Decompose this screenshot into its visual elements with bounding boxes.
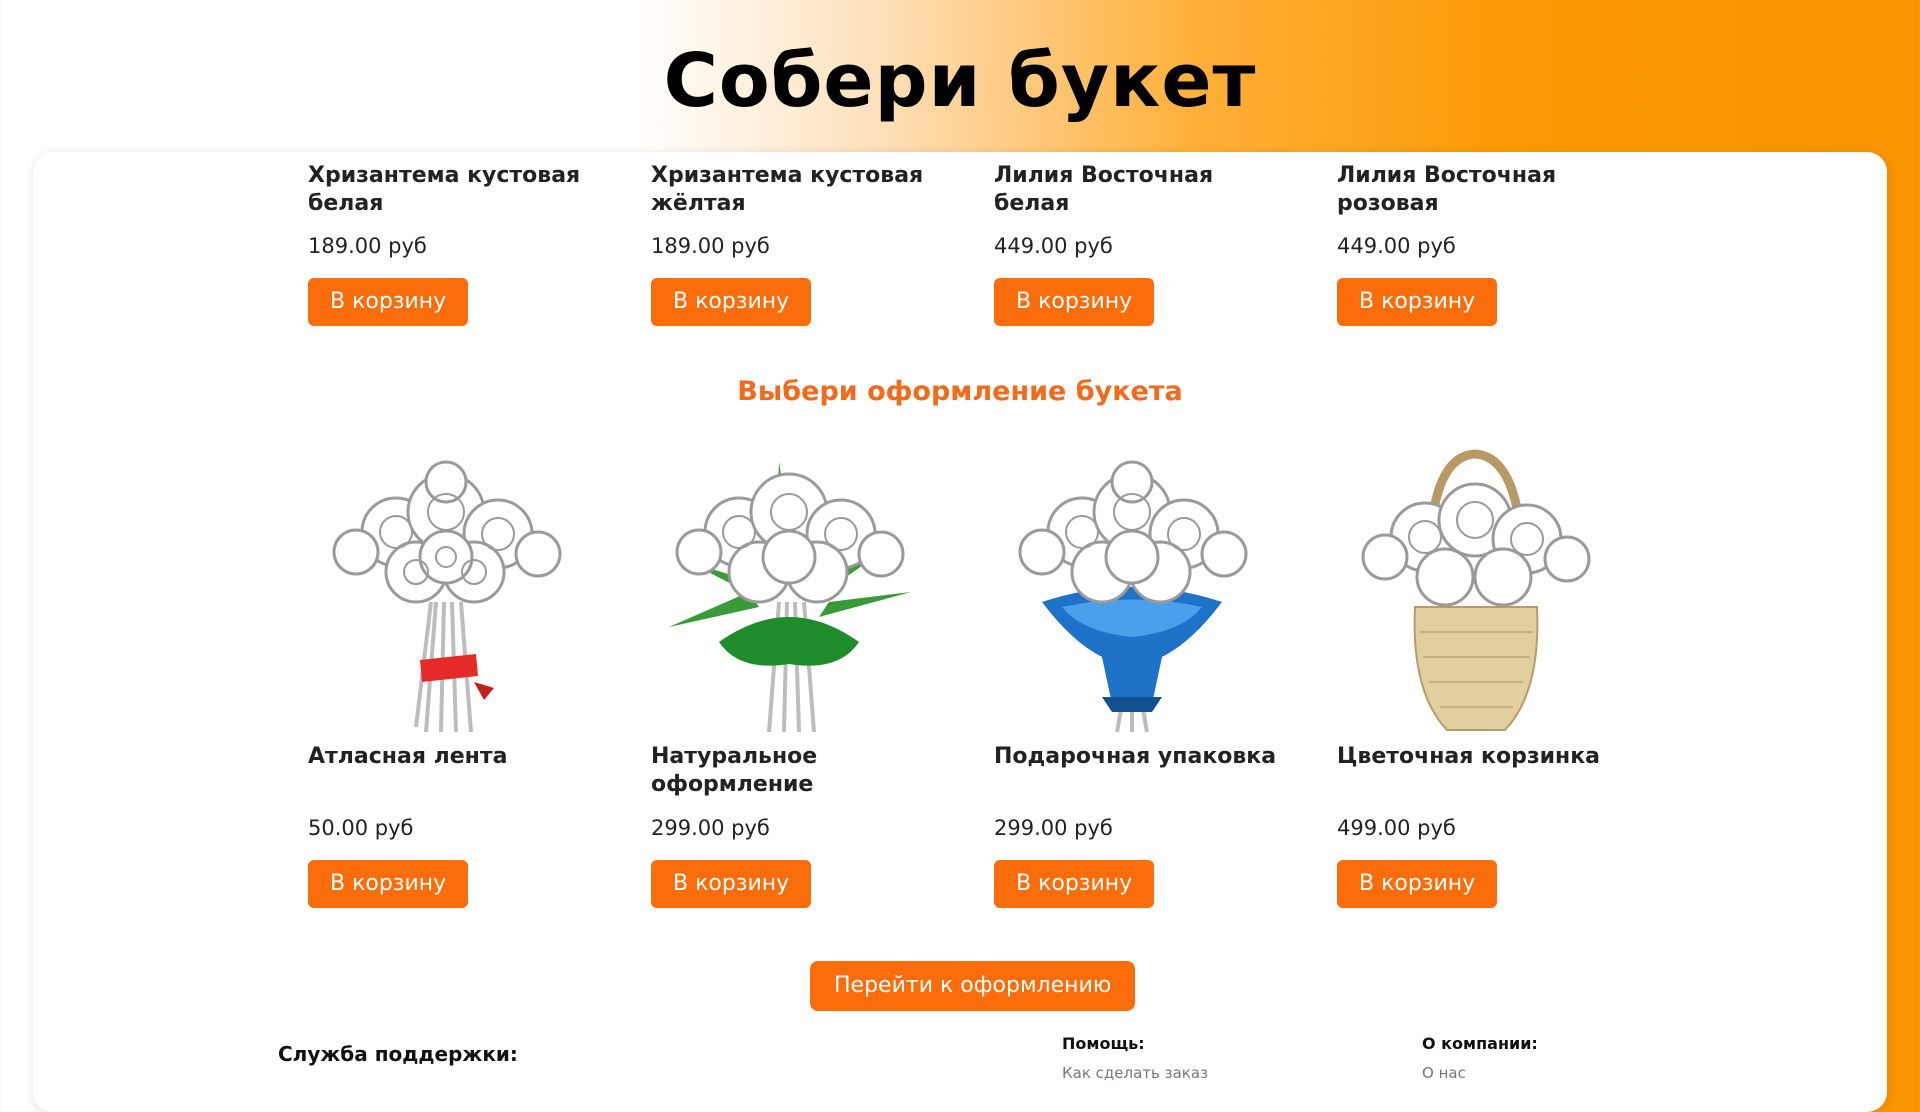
- add-to-cart-button[interactable]: В корзину: [651, 278, 812, 326]
- product-card-decoration-2: Натуральное оформление: [651, 743, 951, 799]
- product-price: 449.00 руб: [994, 234, 1113, 258]
- footer-company-title: О компании:: [1422, 1034, 1538, 1053]
- product-price: 189.00 руб: [308, 234, 427, 258]
- section-title: Выбери оформление букета: [737, 376, 1183, 407]
- product-name: Лилия Восточная розовая: [1337, 163, 1557, 216]
- add-to-cart-button[interactable]: В корзину: [308, 278, 469, 326]
- slide-title: Собери букет: [663, 38, 1257, 124]
- footer-help-title: Помощь:: [1062, 1034, 1145, 1053]
- checkout-button[interactable]: Перейти к оформлению: [810, 961, 1136, 1011]
- add-to-cart-button[interactable]: В корзину: [651, 860, 812, 908]
- bouquet-basket-image[interactable]: [1345, 442, 1607, 734]
- product-card-decoration-1: Атласная лента: [308, 743, 608, 771]
- bouquet-natural-greenery-image[interactable]: [659, 442, 921, 734]
- product-card-flower-2: Хризантема кустовая жёлтая: [651, 162, 951, 218]
- add-to-cart-button[interactable]: В корзину: [994, 278, 1155, 326]
- product-name: Хризантема кустовая белая: [308, 163, 581, 216]
- product-name: Цветочная корзинка: [1337, 744, 1601, 769]
- product-price: 299.00 руб: [651, 816, 770, 840]
- product-price: 299.00 руб: [994, 816, 1113, 840]
- product-name: Натуральное оформление: [651, 744, 818, 797]
- product-card-decoration-3: Подарочная упаковка: [994, 743, 1294, 771]
- product-card-flower-3: Лилия Восточная белая: [994, 162, 1294, 218]
- bouquet-gift-wrap-image[interactable]: [1002, 442, 1264, 734]
- product-price: 499.00 руб: [1337, 816, 1456, 840]
- footer-link-how-to-order[interactable]: Как сделать заказ: [1062, 1064, 1208, 1082]
- footer-support-title: Служба поддержки:: [278, 1042, 518, 1066]
- add-to-cart-button[interactable]: В корзину: [1337, 278, 1498, 326]
- product-name: Лилия Восточная белая: [994, 163, 1214, 216]
- bouquet-satin-ribbon-image[interactable]: [316, 442, 578, 734]
- shop-page-card: Хризантема кустовая белая 189.00 руб В к…: [33, 152, 1887, 1112]
- product-name: Атласная лента: [308, 744, 508, 769]
- product-name: Подарочная упаковка: [994, 744, 1277, 769]
- product-card-flower-4: Лилия Восточная розовая: [1337, 162, 1637, 218]
- product-price: 189.00 руб: [651, 234, 770, 258]
- footer-link-about[interactable]: О нас: [1422, 1064, 1466, 1082]
- product-card-decoration-4: Цветочная корзинка: [1337, 743, 1637, 771]
- product-name: Хризантема кустовая жёлтая: [651, 163, 924, 216]
- add-to-cart-button[interactable]: В корзину: [1337, 860, 1498, 908]
- add-to-cart-button[interactable]: В корзину: [308, 860, 469, 908]
- product-price: 449.00 руб: [1337, 234, 1456, 258]
- product-card-flower-1: Хризантема кустовая белая: [308, 162, 608, 218]
- add-to-cart-button[interactable]: В корзину: [994, 860, 1155, 908]
- product-price: 50.00 руб: [308, 816, 414, 840]
